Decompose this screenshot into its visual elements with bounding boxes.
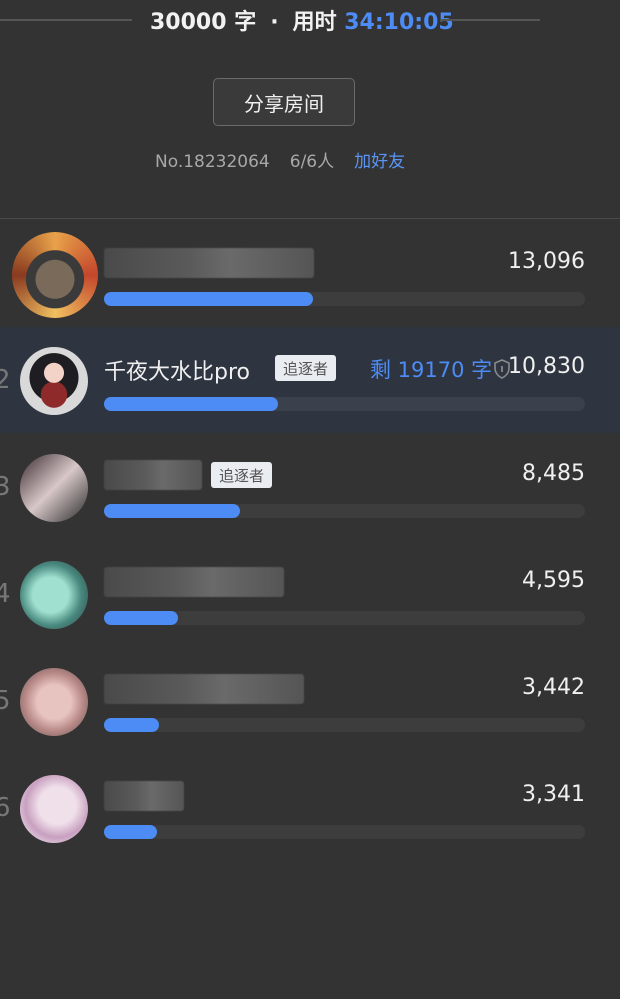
word-score: 10,830 [508, 354, 585, 379]
player-name-blurred [104, 781, 184, 811]
share-room-button[interactable]: 分享房间 [213, 78, 355, 126]
race-header: 30000 字 · 用时 34:10:05 [0, 0, 620, 40]
rank-number: 2 [0, 365, 11, 395]
avatar[interactable] [20, 668, 88, 736]
rank-number: 4 [0, 579, 11, 609]
word-count: 30000 字 [150, 10, 257, 35]
rank-number: 3 [0, 472, 11, 502]
remaining-words: 剩 19170 字 [370, 358, 493, 382]
header-divider-left [0, 19, 132, 21]
progress-fill [104, 292, 314, 306]
avatar[interactable] [12, 232, 98, 318]
player-count: 6/6人 [289, 152, 335, 172]
section-divider [0, 218, 620, 219]
avatar[interactable] [20, 347, 88, 415]
header-divider-right [440, 19, 540, 21]
progress-fill [104, 825, 158, 839]
player-name-blurred [104, 248, 314, 278]
progress-track [104, 397, 585, 411]
leaderboard-row[interactable]: 6 3,341 [0, 755, 620, 861]
chaser-badge: 追逐者 [211, 462, 273, 488]
player-name-blurred [104, 460, 202, 490]
leaderboard-row-self[interactable]: 2 千夜大水比pro 追逐者 剩 19170 字 10,830 [0, 327, 620, 433]
leaderboard-row[interactable]: 3 追逐者 8,485 [0, 434, 620, 540]
leaderboard-row[interactable]: 5 3,442 [0, 648, 620, 754]
progress-fill [104, 397, 278, 411]
word-score: 4,595 [522, 568, 585, 593]
player-name-blurred [104, 567, 284, 597]
word-score: 3,442 [522, 675, 585, 700]
word-score: 13,096 [508, 249, 585, 274]
progress-track [104, 292, 585, 306]
avatar[interactable] [20, 775, 88, 843]
word-score: 8,485 [522, 461, 585, 486]
progress-track [104, 718, 585, 732]
progress-track [104, 825, 585, 839]
progress-track [104, 504, 585, 518]
chaser-badge: 追逐者 [275, 355, 337, 381]
room-number: No.18232064 [155, 152, 270, 172]
time-value: 34:10:05 [344, 10, 454, 35]
rank-number: 6 [0, 793, 11, 823]
progress-fill [104, 504, 241, 518]
player-name-blurred [104, 674, 304, 704]
race-summary: 30000 字 · 用时 34:10:05 [150, 4, 454, 36]
word-score: 3,341 [522, 782, 585, 807]
avatar[interactable] [20, 454, 88, 522]
separator: · [270, 10, 279, 35]
time-label: 用时 [292, 10, 337, 35]
room-info: No.18232064 6/6人 加好友 [155, 147, 405, 172]
avatar[interactable] [20, 561, 88, 629]
player-name: 千夜大水比pro [104, 360, 250, 385]
progress-fill [104, 611, 178, 625]
progress-track [104, 611, 585, 625]
progress-fill [104, 718, 160, 732]
rank-number: 5 [0, 686, 11, 716]
leaderboard-row[interactable]: 4 4,595 [0, 541, 620, 647]
leaderboard-row[interactable]: 13,096 [0, 222, 620, 328]
add-friend-link[interactable]: 加好友 [354, 152, 405, 172]
